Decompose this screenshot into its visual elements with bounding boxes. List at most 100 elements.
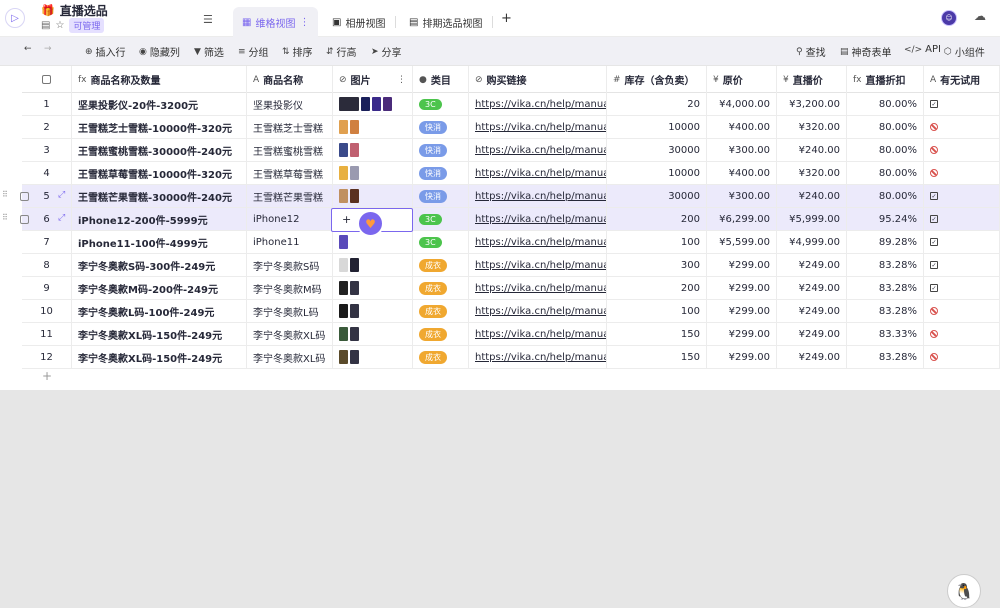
image-thumbnail[interactable]	[350, 350, 359, 364]
table-row[interactable]: 2 王雪糕芝士雪糕-10000件-320元 王雪糕芝士雪糕 快消 https://vik…	[22, 116, 1000, 139]
select-all-cell[interactable]	[22, 66, 72, 93]
cell-price[interactable]: ¥299.00	[707, 254, 777, 276]
cell-images[interactable]	[333, 185, 413, 207]
purchase-link[interactable]: https://vika.cn/help/manual/	[475, 329, 606, 340]
column-header[interactable]: ● 类目	[413, 66, 469, 93]
purchase-link[interactable]: https://vika.cn/help/manual/	[475, 145, 606, 156]
collapse-views-icon[interactable]: ☰	[203, 13, 217, 26]
redo-icon[interactable]: →	[44, 44, 52, 54]
table-row[interactable]: 5 王雪糕芒果雪糕-30000件-240元 王雪糕芒果雪糕 快消 https://vik…	[22, 185, 1000, 208]
cell-images[interactable]	[333, 254, 413, 276]
cell-category[interactable]: 3C	[413, 208, 469, 230]
row-checkbox[interactable]	[20, 192, 29, 201]
cell-name[interactable]: 李宁冬奥款L码	[247, 300, 333, 322]
table-row[interactable]: 12 李宁冬奥款XL码-150件-249元 李宁冬奥款XL码 成衣 https://vi…	[22, 346, 1000, 369]
purchase-link[interactable]: https://vika.cn/help/manual/	[475, 191, 606, 202]
sort-button[interactable]: ⇅ 排序	[282, 44, 313, 60]
share-button[interactable]: ➤ 分享	[371, 44, 402, 60]
cell-price[interactable]: ¥5,599.00	[707, 231, 777, 253]
cell-images[interactable]	[333, 93, 413, 115]
cell-link[interactable]: https://vika.cn/help/manual/	[469, 162, 607, 184]
table-row[interactable]: 10 李宁冬奥款L码-100件-249元 李宁冬奥款L码 成衣 https://vika…	[22, 300, 1000, 323]
cell-stock[interactable]: 300	[607, 254, 707, 276]
cell-stock[interactable]: 30000	[607, 139, 707, 161]
image-thumbnail[interactable]	[339, 120, 348, 134]
drag-handle-icon[interactable]: ⠿	[2, 213, 8, 222]
cell-live-price[interactable]: ¥240.00	[777, 185, 847, 207]
purchase-link[interactable]: https://vika.cn/help/manual/	[475, 260, 606, 271]
star-icon[interactable]: ☆	[55, 20, 64, 31]
expand-sidebar-icon[interactable]: ▷	[5, 8, 25, 28]
cell-title[interactable]: 坚果投影仪-20件-3200元	[72, 93, 247, 115]
cell-link[interactable]: https://vika.cn/help/manual/	[469, 116, 607, 138]
cell-category[interactable]: 快消	[413, 162, 469, 184]
cell-stock[interactable]: 200	[607, 277, 707, 299]
cell-category[interactable]: 成衣	[413, 346, 469, 368]
cell-category[interactable]: 3C	[413, 93, 469, 115]
cell-price[interactable]: ¥400.00	[707, 116, 777, 138]
cell-category[interactable]: 成衣	[413, 277, 469, 299]
column-header[interactable]: fx 直播折扣	[847, 66, 924, 93]
table-row[interactable]: 3 王雪糕蜜桃雪糕-30000件-240元 王雪糕蜜桃雪糕 快消 https://vik…	[22, 139, 1000, 162]
cell-live-price[interactable]: ¥249.00	[777, 323, 847, 345]
cell-title[interactable]: 王雪糕芝士雪糕-10000件-320元	[72, 116, 247, 138]
tab-more-icon[interactable]: ⋮	[299, 17, 309, 28]
cell-name[interactable]: 李宁冬奥款XL码	[247, 323, 333, 345]
cell-title[interactable]: 王雪糕芒果雪糕-30000件-240元	[72, 185, 247, 207]
cell-link[interactable]: https://vika.cn/help/manual/	[469, 300, 607, 322]
drag-handle-icon[interactable]: ⠿	[2, 190, 8, 199]
purchase-link[interactable]: https://vika.cn/help/manual/	[475, 237, 606, 248]
cell-trial[interactable]: ✓	[924, 277, 1000, 299]
cell-trial[interactable]: ✓	[924, 93, 1000, 115]
cell-category[interactable]: 成衣	[413, 323, 469, 345]
sync-cloud-icon[interactable]: ☁	[974, 9, 986, 23]
cell-stock[interactable]: 100	[607, 300, 707, 322]
form-button[interactable]: ▤ 神奇表单	[840, 44, 892, 60]
purchase-link[interactable]: https://vika.cn/help/manual/	[475, 122, 606, 133]
cell-name[interactable]: 王雪糕芝士雪糕	[247, 116, 333, 138]
cell-name[interactable]: 王雪糕芒果雪糕	[247, 185, 333, 207]
cell-link[interactable]: https://vika.cn/help/manual/	[469, 346, 607, 368]
cell-price[interactable]: ¥4,000.00	[707, 93, 777, 115]
row-checkbox[interactable]	[20, 215, 29, 224]
cell-discount[interactable]: 80.00%	[847, 139, 924, 161]
column-header[interactable]: ¥ 原价	[707, 66, 777, 93]
image-thumbnail[interactable]	[383, 97, 392, 111]
cell-trial[interactable]: ✓	[924, 254, 1000, 276]
table-row[interactable]: 4 王雪糕草莓雪糕-10000件-320元 王雪糕草莓雪糕 快消 https://vik…	[22, 162, 1000, 185]
image-thumbnail[interactable]	[339, 189, 348, 203]
table-row[interactable]: 7 iPhone11-100件-4999元 iPhone11 3C https://vi…	[22, 231, 1000, 254]
image-thumbnail[interactable]	[350, 304, 359, 318]
cell-trial[interactable]: ✓	[924, 208, 1000, 230]
cell-images[interactable]	[333, 116, 413, 138]
column-header[interactable]: A 有无试用	[924, 66, 1000, 93]
cell-live-price[interactable]: ¥249.00	[777, 300, 847, 322]
cell-title[interactable]: 王雪糕蜜桃雪糕-30000件-240元	[72, 139, 247, 161]
cell-title[interactable]: 李宁冬奥款XL码-150件-249元	[72, 346, 247, 368]
expand-record-icon[interactable]: ⤢	[58, 213, 65, 223]
cell-link[interactable]: https://vika.cn/help/manual/	[469, 277, 607, 299]
cell-trial[interactable]	[924, 323, 1000, 345]
cell-discount[interactable]: 83.28%	[847, 300, 924, 322]
column-header[interactable]: # 库存（含负卖）	[607, 66, 707, 93]
cell-price[interactable]: ¥299.00	[707, 323, 777, 345]
tab-gantt-view[interactable]: ▤ 排期选品视图	[400, 7, 491, 37]
image-thumbnail[interactable]	[361, 97, 370, 111]
api-button[interactable]: </> API	[904, 44, 941, 55]
cell-title[interactable]: iPhone12-200件-5999元	[72, 208, 247, 230]
row-height-button[interactable]: ⇵ 行高	[326, 44, 357, 60]
tab-grid-view[interactable]: ▦ 维格视图 ⋮	[233, 7, 319, 37]
cell-name[interactable]: 王雪糕蜜桃雪糕	[247, 139, 333, 161]
cell-images[interactable]	[333, 277, 413, 299]
cell-category[interactable]: 快消	[413, 139, 469, 161]
cell-price[interactable]: ¥299.00	[707, 300, 777, 322]
cell-trial[interactable]: ✓	[924, 185, 1000, 207]
cell-trial[interactable]	[924, 139, 1000, 161]
image-thumbnail[interactable]	[339, 166, 348, 180]
cell-live-price[interactable]: ¥240.00	[777, 139, 847, 161]
cell-discount[interactable]: 83.33%	[847, 323, 924, 345]
cell-title[interactable]: 李宁冬奥款M码-200件-249元	[72, 277, 247, 299]
cell-title[interactable]: 李宁冬奥款XL码-150件-249元	[72, 323, 247, 345]
table-row[interactable]: 1 坚果投影仪-20件-3200元 坚果投影仪 3C https://vika.cn/h…	[22, 93, 1000, 116]
image-thumbnail[interactable]	[350, 189, 359, 203]
